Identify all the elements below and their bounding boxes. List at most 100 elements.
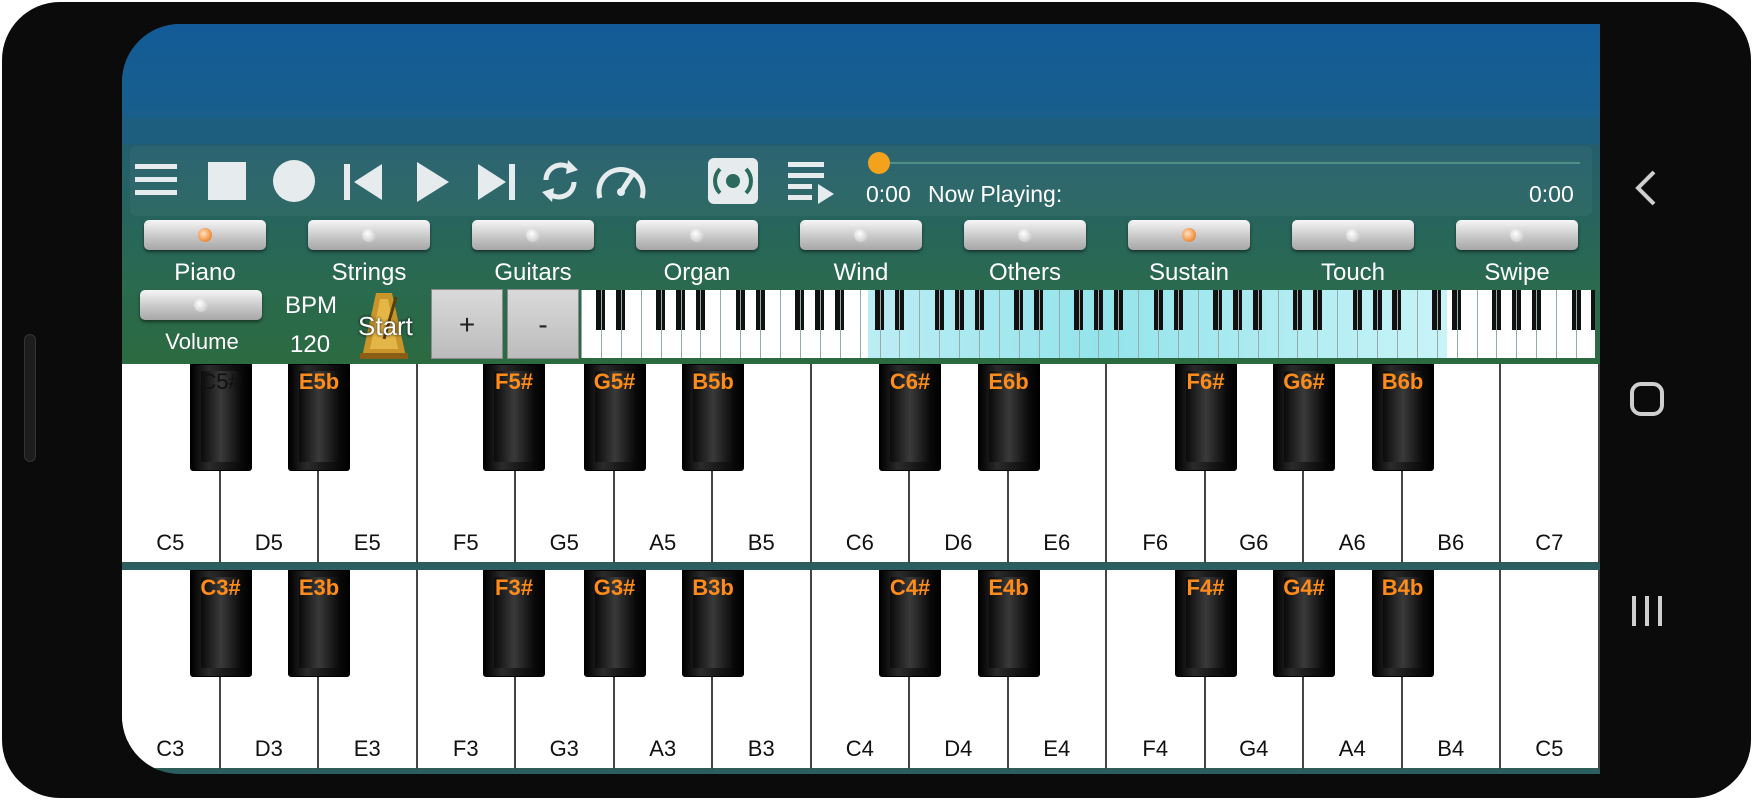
keyboard-top: C5 D5 E5 F5 G5 A5 B5 C6 D6 E6 F6 G6 A6 B6 C7 C5# E5b F5# G… [122,364,1600,564]
mini-white-key-divider [1098,290,1100,358]
mini-white-key-divider [1536,290,1538,358]
mini-white-key-divider [1158,290,1160,358]
back-icon[interactable] [1634,170,1658,211]
mini-white-key-divider [1476,290,1478,358]
mini-white-key-divider [1197,290,1199,358]
keyboard-top-black-key[interactable]: F6# [1174,364,1237,471]
keyboard-bottom-black-key[interactable]: C4# [879,570,941,677]
loop-icon[interactable] [538,156,582,206]
switch-indicator [362,228,376,242]
key-label: E6b [988,369,1029,394]
keyboard-bottom-black-key[interactable]: E3b [288,570,350,677]
menu-icon[interactable] [135,160,177,200]
mini-white-key-divider [979,290,980,358]
keyboard-bottom-black-key[interactable]: E4b [977,570,1040,677]
speed-icon[interactable] [594,158,648,204]
key-label: E3b [298,575,340,600]
switch-indicator [1182,228,1196,242]
key-label: C5 [156,530,185,555]
mini-white-key-divider [1456,290,1458,358]
key-label: F3 [452,736,479,761]
mini-white-key-divider [799,290,801,358]
keyboard-top-black-key[interactable]: C5# [189,364,252,471]
keyboard-bottom-black-key[interactable]: F3# [483,570,545,677]
key-label: C3 [156,736,185,761]
seek-thumb[interactable] [868,152,890,174]
keyboard-bottom-black-key[interactable]: F4# [1174,570,1237,677]
record-icon[interactable] [272,159,316,203]
keyboard-top-black-key[interactable]: G5# [583,364,646,471]
mini-white-key-divider [660,290,662,358]
instrument-switch-strings[interactable] [308,220,430,250]
switch-indicator [690,228,704,242]
bpm-value[interactable]: 120 [290,331,330,359]
mini-white-key-divider [1118,290,1120,358]
mini-white-key-divider [680,290,682,358]
mini-white-key-divider [1396,290,1398,358]
keyboard-bottom-black-key[interactable]: B4b [1371,570,1434,677]
mini-white-key-divider [939,290,941,358]
instrument-switch-sustain[interactable] [1128,220,1250,250]
playlist-play-icon[interactable] [788,160,838,206]
recent-apps-icon[interactable] [1630,594,1664,633]
instrument-switch-swipe[interactable] [1456,220,1578,250]
instrument-switch-others[interactable] [964,220,1086,250]
key-label: C5 [1535,736,1564,761]
volume-switch[interactable] [140,290,262,320]
plus-button[interactable]: + [431,289,503,359]
keyboard-bottom-black-key[interactable]: G3# [583,570,646,677]
surround-sound-icon[interactable] [708,158,758,204]
skip-next-icon[interactable] [476,162,516,202]
home-icon[interactable] [1630,382,1664,421]
keyboard-top-black-key[interactable]: E6b [977,364,1040,471]
mini-white-key-divider [600,290,602,358]
start-button[interactable]: Start [358,311,413,342]
instrument-switch-piano[interactable] [144,220,266,250]
mini-white-key-divider [1297,290,1299,358]
instrument-switch-guitars[interactable] [472,220,594,250]
mini-white-key-divider [640,290,642,358]
key-label: B4 [1437,736,1465,761]
mini-white-key-divider [1178,290,1179,358]
keyboard-top-black-key[interactable]: G6# [1273,364,1335,471]
minus-button[interactable]: - [507,289,579,359]
key-label: D4 [944,736,973,761]
system-nav-bar [1600,24,1751,774]
mini-white-key-divider [998,290,1000,358]
keyboard-bottom-black-key[interactable]: B3b [682,570,744,677]
key-label: C5# [200,369,241,394]
skip-previous-icon[interactable] [344,162,384,202]
instrument-label-strings: Strings [331,259,407,286]
seek-track[interactable] [880,162,1580,164]
key-label: G3# [593,575,636,600]
time-current: 0:00 [866,181,911,207]
keyboard-top-white-key[interactable]: C7 [1501,364,1600,564]
keyboard-top-black-key[interactable]: B5b [682,364,744,471]
instrument-switch-wind[interactable] [800,220,922,250]
mini-white-key-divider [1496,290,1498,358]
switch-indicator [198,228,212,242]
keyboard-bottom-white-key[interactable]: C5 [1501,570,1600,770]
keyboard-top-black-key[interactable]: F5# [483,364,545,471]
play-icon[interactable] [415,160,451,204]
keyboard-top-black-key[interactable]: B6b [1371,364,1434,471]
key-label: F6# [1186,369,1225,394]
keyboard-overview[interactable] [581,290,1595,358]
keyboard-bottom-black-key[interactable]: C3# [189,570,252,677]
mini-white-key-divider [780,290,781,358]
key-label: E5 [353,530,381,555]
switch-indicator [1510,228,1524,242]
keyboard-bottom-black-key[interactable]: G4# [1273,570,1335,677]
mini-white-key-divider [1038,290,1040,358]
key-label: B3b [692,575,734,600]
stop-icon[interactable] [208,162,246,200]
key-label: G4# [1283,575,1325,600]
keyboard-top-black-key[interactable]: C6# [879,364,941,471]
instrument-switch-touch[interactable] [1292,220,1414,250]
key-label: C4# [889,575,931,600]
key-label: C7 [1535,530,1564,555]
now-playing-label: Now Playing: [928,181,1063,207]
status-bar-lower [122,118,1600,144]
instrument-switch-organ[interactable] [636,220,758,250]
keyboard-top-black-key[interactable]: E5b [288,364,350,471]
